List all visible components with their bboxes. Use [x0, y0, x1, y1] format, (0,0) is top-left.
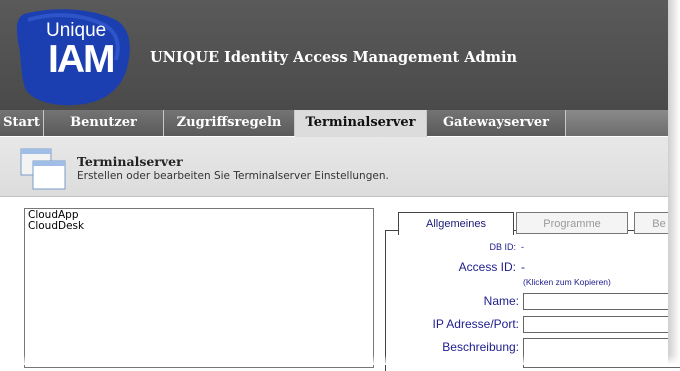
ip-port-input[interactable] [523, 316, 680, 333]
db-id-value: - [521, 242, 524, 252]
tab-allgemeines[interactable]: Allgemeines [398, 212, 514, 235]
name-label: Name: [483, 294, 519, 308]
access-id-value[interactable]: - [521, 260, 525, 274]
tab-programme[interactable]: Programme [516, 212, 628, 234]
db-id-label: DB ID: [489, 242, 516, 252]
window-stack-icon [20, 148, 66, 190]
nav-terminalserver[interactable]: Terminalserver [295, 110, 427, 137]
logo-text-iam: IAM [48, 38, 115, 81]
app-title: UNIQUE Identity Access Management Admin [150, 49, 518, 66]
nav-start[interactable]: Start [0, 110, 44, 136]
description-label: Beschreibung: [442, 340, 519, 354]
page-title: Terminalserver [77, 154, 183, 169]
window-shadow-bottom [0, 355, 680, 365]
nav-gatewayserver[interactable]: Gatewayserver [427, 110, 566, 136]
nav-zugriffsregeln[interactable]: Zugriffsregeln [164, 110, 295, 136]
ip-port-label: IP Adresse/Port: [432, 317, 520, 331]
nav-benutzer[interactable]: Benutzer [44, 110, 164, 136]
main-nav: Start Benutzer Zugriffsregeln Terminalse… [0, 110, 668, 137]
access-id-hint: (Klicken zum Kopieren) [523, 277, 611, 287]
list-item-clouddesk[interactable]: CloudDesk [28, 221, 370, 232]
window-shadow-right [668, 0, 680, 365]
terminalserver-list[interactable]: CloudApp CloudDesk [24, 208, 374, 368]
page-description: Erstellen oder bearbeiten Sie Terminalse… [77, 170, 389, 182]
name-input[interactable] [523, 293, 680, 310]
access-id-label: Access ID: [458, 260, 516, 274]
app-header: Unique IAM UNIQUE Identity Access Manage… [0, 0, 668, 110]
